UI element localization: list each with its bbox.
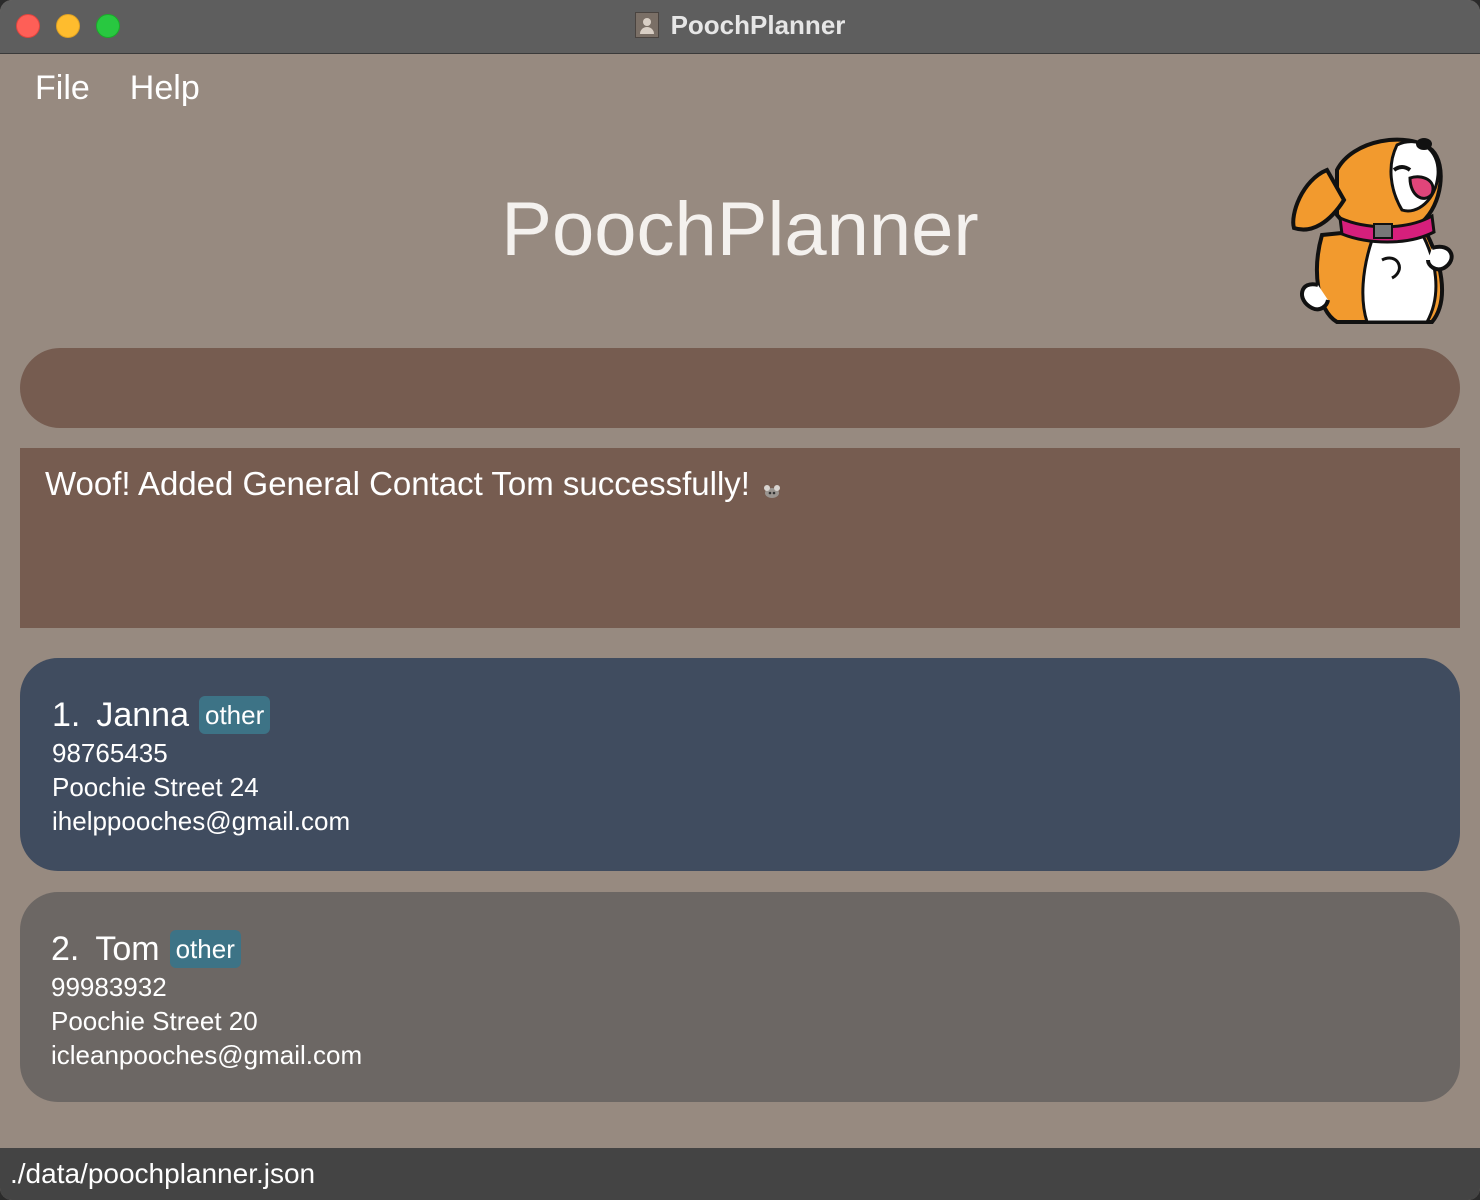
menu-help[interactable]: Help (130, 69, 200, 108)
command-input[interactable] (20, 348, 1460, 428)
app-window: PoochPlanner File Help PoochPlanner Woof… (0, 0, 1480, 1200)
menu-file[interactable]: File (35, 69, 90, 108)
contact-card-header: 2. Tom other (51, 928, 1429, 970)
status-bar: ./data/poochplanner.json (0, 1148, 1480, 1200)
contact-address: Poochie Street 24 (52, 772, 259, 802)
app-heading: PoochPlanner (501, 187, 979, 272)
contact-card-header: 1. Janna other (52, 694, 1428, 736)
contact-address: Poochie Street 20 (51, 1006, 258, 1036)
window-title: PoochPlanner (670, 9, 846, 40)
contact-phone: 99983932 (51, 972, 167, 1002)
paw-icon (764, 484, 781, 498)
contact-email: icleanpooches@gmail.com (51, 1040, 363, 1070)
result-display: Woof! Added General Contact Tom successf… (20, 448, 1460, 628)
contact-name: Janna (96, 695, 189, 734)
menu-bar: File Help (0, 55, 1480, 121)
contact-tag: other (199, 696, 271, 734)
contact-card[interactable]: 2. Tom other 99983932 Poochie Street 20 … (20, 892, 1460, 1102)
save-file-path: ./data/poochplanner.json (10, 1158, 316, 1189)
dog-mascot-icon (1291, 137, 1454, 324)
contact-email: ihelppooches@gmail.com (52, 806, 351, 836)
contact-index: 1. (52, 695, 81, 734)
contact-card-selected[interactable]: 1. Janna other 98765435 Poochie Street 2… (20, 658, 1460, 871)
app-icon (634, 12, 659, 38)
window-title-group: PoochPlanner (0, 0, 1480, 50)
contact-name: Tom (95, 929, 160, 968)
result-message: Woof! Added General Contact Tom successf… (45, 465, 750, 502)
contact-index: 2. (51, 929, 80, 968)
title-bar: PoochPlanner (0, 0, 1480, 54)
contact-tag: other (169, 930, 241, 968)
contact-phone: 98765435 (52, 738, 168, 768)
